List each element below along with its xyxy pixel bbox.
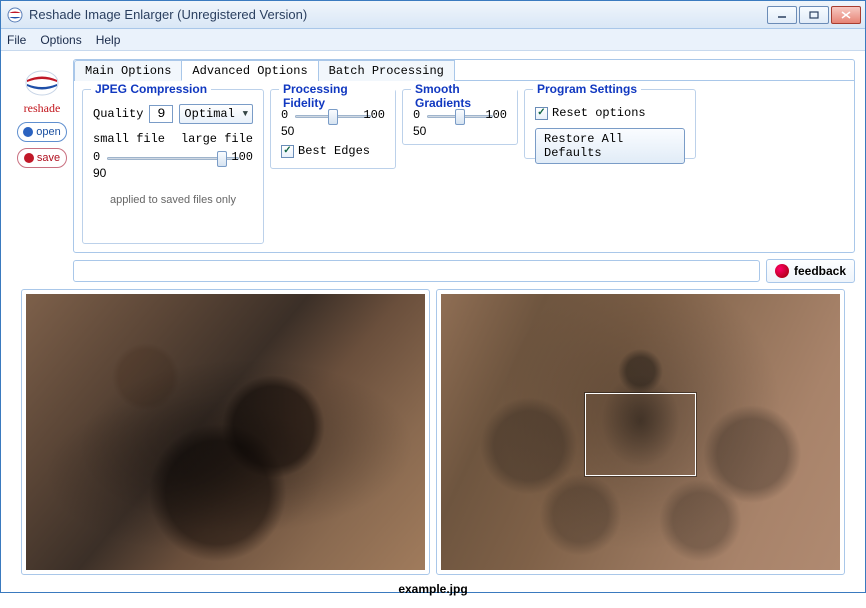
restore-defaults-button[interactable]: Restore All Defaults — [535, 128, 685, 164]
chevron-down-icon: ▼ — [243, 109, 248, 119]
fidelity-slider[interactable]: 0 100 — [281, 108, 385, 124]
tab-batch-processing[interactable]: Batch Processing — [318, 60, 455, 81]
group-processing-fidelity: Processing Fidelity 0 100 50 ✓ Best Edge… — [270, 89, 396, 169]
best-edges-label: Best Edges — [298, 144, 370, 158]
jpeg-slider[interactable]: 0 100 — [93, 150, 253, 166]
smooth-slider-max: 100 — [485, 108, 507, 122]
jpeg-legend: JPEG Compression — [91, 82, 211, 96]
jpeg-hint: applied to saved files only — [93, 194, 253, 206]
tab-advanced-options[interactable]: Advanced Options — [181, 60, 318, 81]
save-label: save — [37, 152, 60, 164]
zoomed-image — [26, 294, 425, 570]
group-jpeg-compression: JPEG Compression Quality Optimal ▼ small… — [82, 89, 264, 244]
large-file-label: large file — [181, 132, 253, 146]
reshade-logo-icon — [22, 69, 62, 97]
reset-options-checkbox[interactable]: ✓ Reset options — [535, 106, 685, 120]
brand-name: reshade — [24, 101, 61, 116]
save-icon — [24, 153, 34, 163]
selection-box[interactable] — [585, 393, 697, 476]
quality-preset-dropdown[interactable]: Optimal ▼ — [179, 104, 253, 124]
bug-icon — [775, 264, 789, 278]
feedback-button[interactable]: feedback — [766, 259, 855, 283]
window-title: Reshade Image Enlarger (Unregistered Ver… — [29, 7, 767, 22]
preview-zoomed[interactable] — [21, 289, 430, 575]
feedback-label: feedback — [794, 264, 846, 278]
reset-options-label: Reset options — [552, 106, 646, 120]
fidelity-slider-min: 0 — [281, 108, 288, 122]
save-button[interactable]: save — [17, 148, 67, 168]
jpeg-slider-min: 0 — [93, 150, 100, 164]
jpeg-slider-value: 90 — [93, 166, 253, 180]
group-program-settings: Program Settings ✓ Reset options Restore… — [524, 89, 696, 159]
menu-help[interactable]: Help — [96, 33, 121, 47]
menu-options[interactable]: Options — [40, 33, 81, 47]
smooth-slider-value: 50 — [413, 124, 507, 138]
settings-legend: Program Settings — [533, 82, 641, 96]
menu-file[interactable]: File — [7, 33, 26, 47]
smooth-slider[interactable]: 0 100 — [413, 108, 507, 124]
sidebar: reshade open save — [13, 69, 71, 168]
open-button[interactable]: open — [17, 122, 67, 142]
fidelity-slider-max: 100 — [363, 108, 385, 122]
quality-input[interactable] — [149, 105, 173, 123]
checkbox-icon: ✓ — [281, 145, 294, 158]
app-icon — [7, 7, 23, 23]
smooth-slider-thumb[interactable] — [455, 109, 465, 125]
smooth-slider-min: 0 — [413, 108, 420, 122]
tab-main-options[interactable]: Main Options — [74, 60, 182, 81]
filename-label: example.jpg — [11, 579, 855, 598]
fidelity-slider-value: 50 — [281, 124, 385, 138]
jpeg-slider-thumb[interactable] — [217, 151, 227, 167]
quality-preset-value: Optimal — [184, 107, 234, 121]
preview-full[interactable] — [436, 289, 845, 575]
jpeg-slider-max: 100 — [231, 150, 253, 164]
menubar: File Options Help — [1, 29, 865, 51]
fidelity-legend: Processing Fidelity — [279, 82, 395, 110]
smooth-legend: Smooth Gradients — [411, 82, 517, 110]
open-label: open — [36, 126, 60, 138]
restore-defaults-label: Restore All Defaults — [544, 132, 623, 160]
quality-label: Quality — [93, 107, 143, 121]
best-edges-checkbox[interactable]: ✓ Best Edges — [281, 144, 385, 158]
small-file-label: small file — [93, 132, 165, 146]
minimize-button[interactable] — [767, 6, 797, 24]
checkbox-icon: ✓ — [535, 107, 548, 120]
status-field — [73, 260, 760, 282]
tabs: Main Options Advanced Options Batch Proc… — [74, 59, 854, 81]
group-smooth-gradients: Smooth Gradients 0 100 50 — [402, 89, 518, 145]
titlebar: Reshade Image Enlarger (Unregistered Ver… — [1, 1, 865, 29]
fidelity-slider-thumb[interactable] — [328, 109, 338, 125]
open-icon — [23, 127, 33, 137]
close-button[interactable] — [831, 6, 861, 24]
options-panel: Main Options Advanced Options Batch Proc… — [73, 59, 855, 253]
maximize-button[interactable] — [799, 6, 829, 24]
